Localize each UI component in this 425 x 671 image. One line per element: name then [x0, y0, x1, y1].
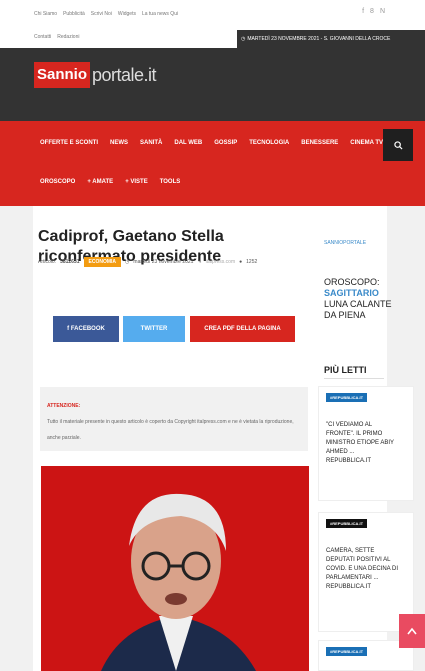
horoscope-label: OROSCOPO:: [324, 277, 380, 287]
article-views: 1252: [246, 259, 258, 265]
google-plus-icon[interactable]: 8: [370, 8, 374, 15]
category-badge[interactable]: ECONOMIA: [83, 257, 122, 267]
scroll-to-top-button[interactable]: [399, 614, 425, 648]
nav-row-2: OROSCOPO + AMATE + VISTE TOOLS: [40, 179, 180, 185]
nav-row-1: OFFERTE E SCONTI NEWS SANITÀ DAL WEB GOS…: [40, 140, 383, 146]
article-id-label: Articolo:: [38, 259, 57, 265]
notice-line-2: anche parziale.: [47, 435, 81, 441]
article-id: 3812631: [60, 259, 80, 265]
top-utility-bar: Chi Siamo Pubblicità Scrivi Noi Widgets …: [0, 0, 425, 48]
logo-sannio: Sannio: [34, 62, 91, 88]
article-date: martedì 23 novembre 2021: [133, 259, 194, 265]
top-link-pubblicita[interactable]: Pubblicità: [63, 11, 85, 17]
article-meta: Articolo: 3812631 ECONOMIA ◷ martedì 23 …: [38, 257, 257, 267]
top-links: Chi Siamo Pubblicità Scrivi Noi Widgets …: [34, 11, 178, 17]
site-header: Sannio portale.it: [0, 48, 425, 121]
chevron-up-icon: [407, 627, 417, 635]
notice-heading: ATTENZIONE:: [47, 403, 81, 409]
top-link-scrivi-noi[interactable]: Scrivi Noi: [91, 11, 112, 17]
top-links-secondary: Contatti Redazioni: [34, 34, 79, 40]
calendar-icon: ◷: [125, 259, 130, 265]
search-icon: [393, 140, 403, 150]
date-bar: ◷ MARTEDÌ 23 NOVEMBRE 2021 - S. GIOVANNI…: [237, 30, 425, 48]
main-navigation: OFFERTE E SCONTI NEWS SANITÀ DAL WEB GOS…: [0, 121, 425, 206]
top-link-contatti[interactable]: Contatti: [34, 34, 51, 40]
card-source-tag[interactable]: #REPUBBLICA.IT: [326, 393, 368, 402]
rss-icon[interactable]: N: [380, 8, 385, 15]
nav-sanita[interactable]: SANITÀ: [140, 140, 162, 146]
heading-divider: [324, 378, 384, 379]
create-pdf-button[interactable]: CREA PDF DELLA PAGINA: [190, 316, 295, 342]
current-date: MARTEDÌ 23 NOVEMBRE 2021 - S. GIOVANNI D…: [247, 36, 391, 42]
site-logo[interactable]: Sannio portale.it: [34, 60, 157, 90]
logo-portale: portale.it: [92, 64, 157, 85]
card-source-tag[interactable]: #REPUBBLICA.IT: [326, 647, 368, 656]
notice-line-1: Tutto il materiale presente in questo ar…: [47, 419, 294, 425]
nav-tecnologia[interactable]: TECNOLOGIA: [249, 140, 289, 146]
top-link-redazioni[interactable]: Redazioni: [57, 34, 79, 40]
author-icon: ✎: [197, 259, 202, 265]
nav-oroscopo[interactable]: OROSCOPO: [40, 179, 75, 185]
top-link-widgets[interactable]: Widgets: [118, 11, 136, 17]
clock-icon: ◷: [241, 36, 246, 42]
nav-amate[interactable]: + AMATE: [87, 179, 113, 185]
eye-icon: ●: [239, 259, 243, 265]
search-button[interactable]: [383, 129, 413, 161]
card-headline[interactable]: "CI VEDIAMO AL FRONTE". IL PRIMO MINISTR…: [326, 421, 401, 466]
content-area: Cadiprof, Gaetano Stella riconfermato pr…: [33, 206, 414, 671]
most-read-card[interactable]: #REPUBBLICA.IT "CI VEDIAMO AL FRONTE". I…: [318, 386, 414, 501]
social-icons: f 8 N: [362, 8, 385, 15]
article-photo: [41, 466, 309, 671]
nav-gossip[interactable]: GOSSIP: [214, 140, 237, 146]
nav-tools[interactable]: TOOLS: [160, 179, 181, 185]
horoscope-widget: OROSCOPO: SAGITTARIO LUNA CALANTE DA PIE…: [324, 277, 404, 321]
nav-benessere[interactable]: BENESSERE: [301, 140, 338, 146]
card-headline[interactable]: CAMERA, SETTE DEPUTATI POSITIVI AL COVID…: [326, 547, 401, 592]
horoscope-sign[interactable]: SAGITTARIO: [324, 288, 404, 299]
nav-cinema-tv[interactable]: CINEMA TV: [350, 140, 383, 146]
nav-offerte[interactable]: OFFERTE E SCONTI: [40, 140, 98, 146]
facebook-share-button[interactable]: f FACEBOOK: [53, 316, 119, 342]
moon-phase: LUNA CALANTE DA PIENA: [324, 299, 392, 320]
most-read-heading: PIÙ LETTI: [324, 365, 367, 375]
nav-news[interactable]: NEWS: [110, 140, 128, 146]
card-source-tag[interactable]: #REPUBBLICA.IT: [326, 519, 368, 528]
nav-dal-web[interactable]: DAL WEB: [174, 140, 202, 146]
sidebar-tag[interactable]: SANNIOPORTALE: [324, 240, 366, 246]
twitter-share-button[interactable]: TWITTER: [123, 316, 185, 342]
facebook-icon[interactable]: f: [362, 8, 364, 15]
top-link-chi-siamo[interactable]: Chi Siamo: [34, 11, 57, 17]
nav-viste[interactable]: + VISTE: [125, 179, 148, 185]
article-author[interactable]: italpress.com: [206, 259, 235, 265]
copyright-notice: ATTENZIONE: Tutto il materiale presente …: [40, 387, 308, 451]
portrait-illustration: [41, 466, 309, 671]
top-link-news[interactable]: La tua news Qui: [142, 11, 178, 17]
